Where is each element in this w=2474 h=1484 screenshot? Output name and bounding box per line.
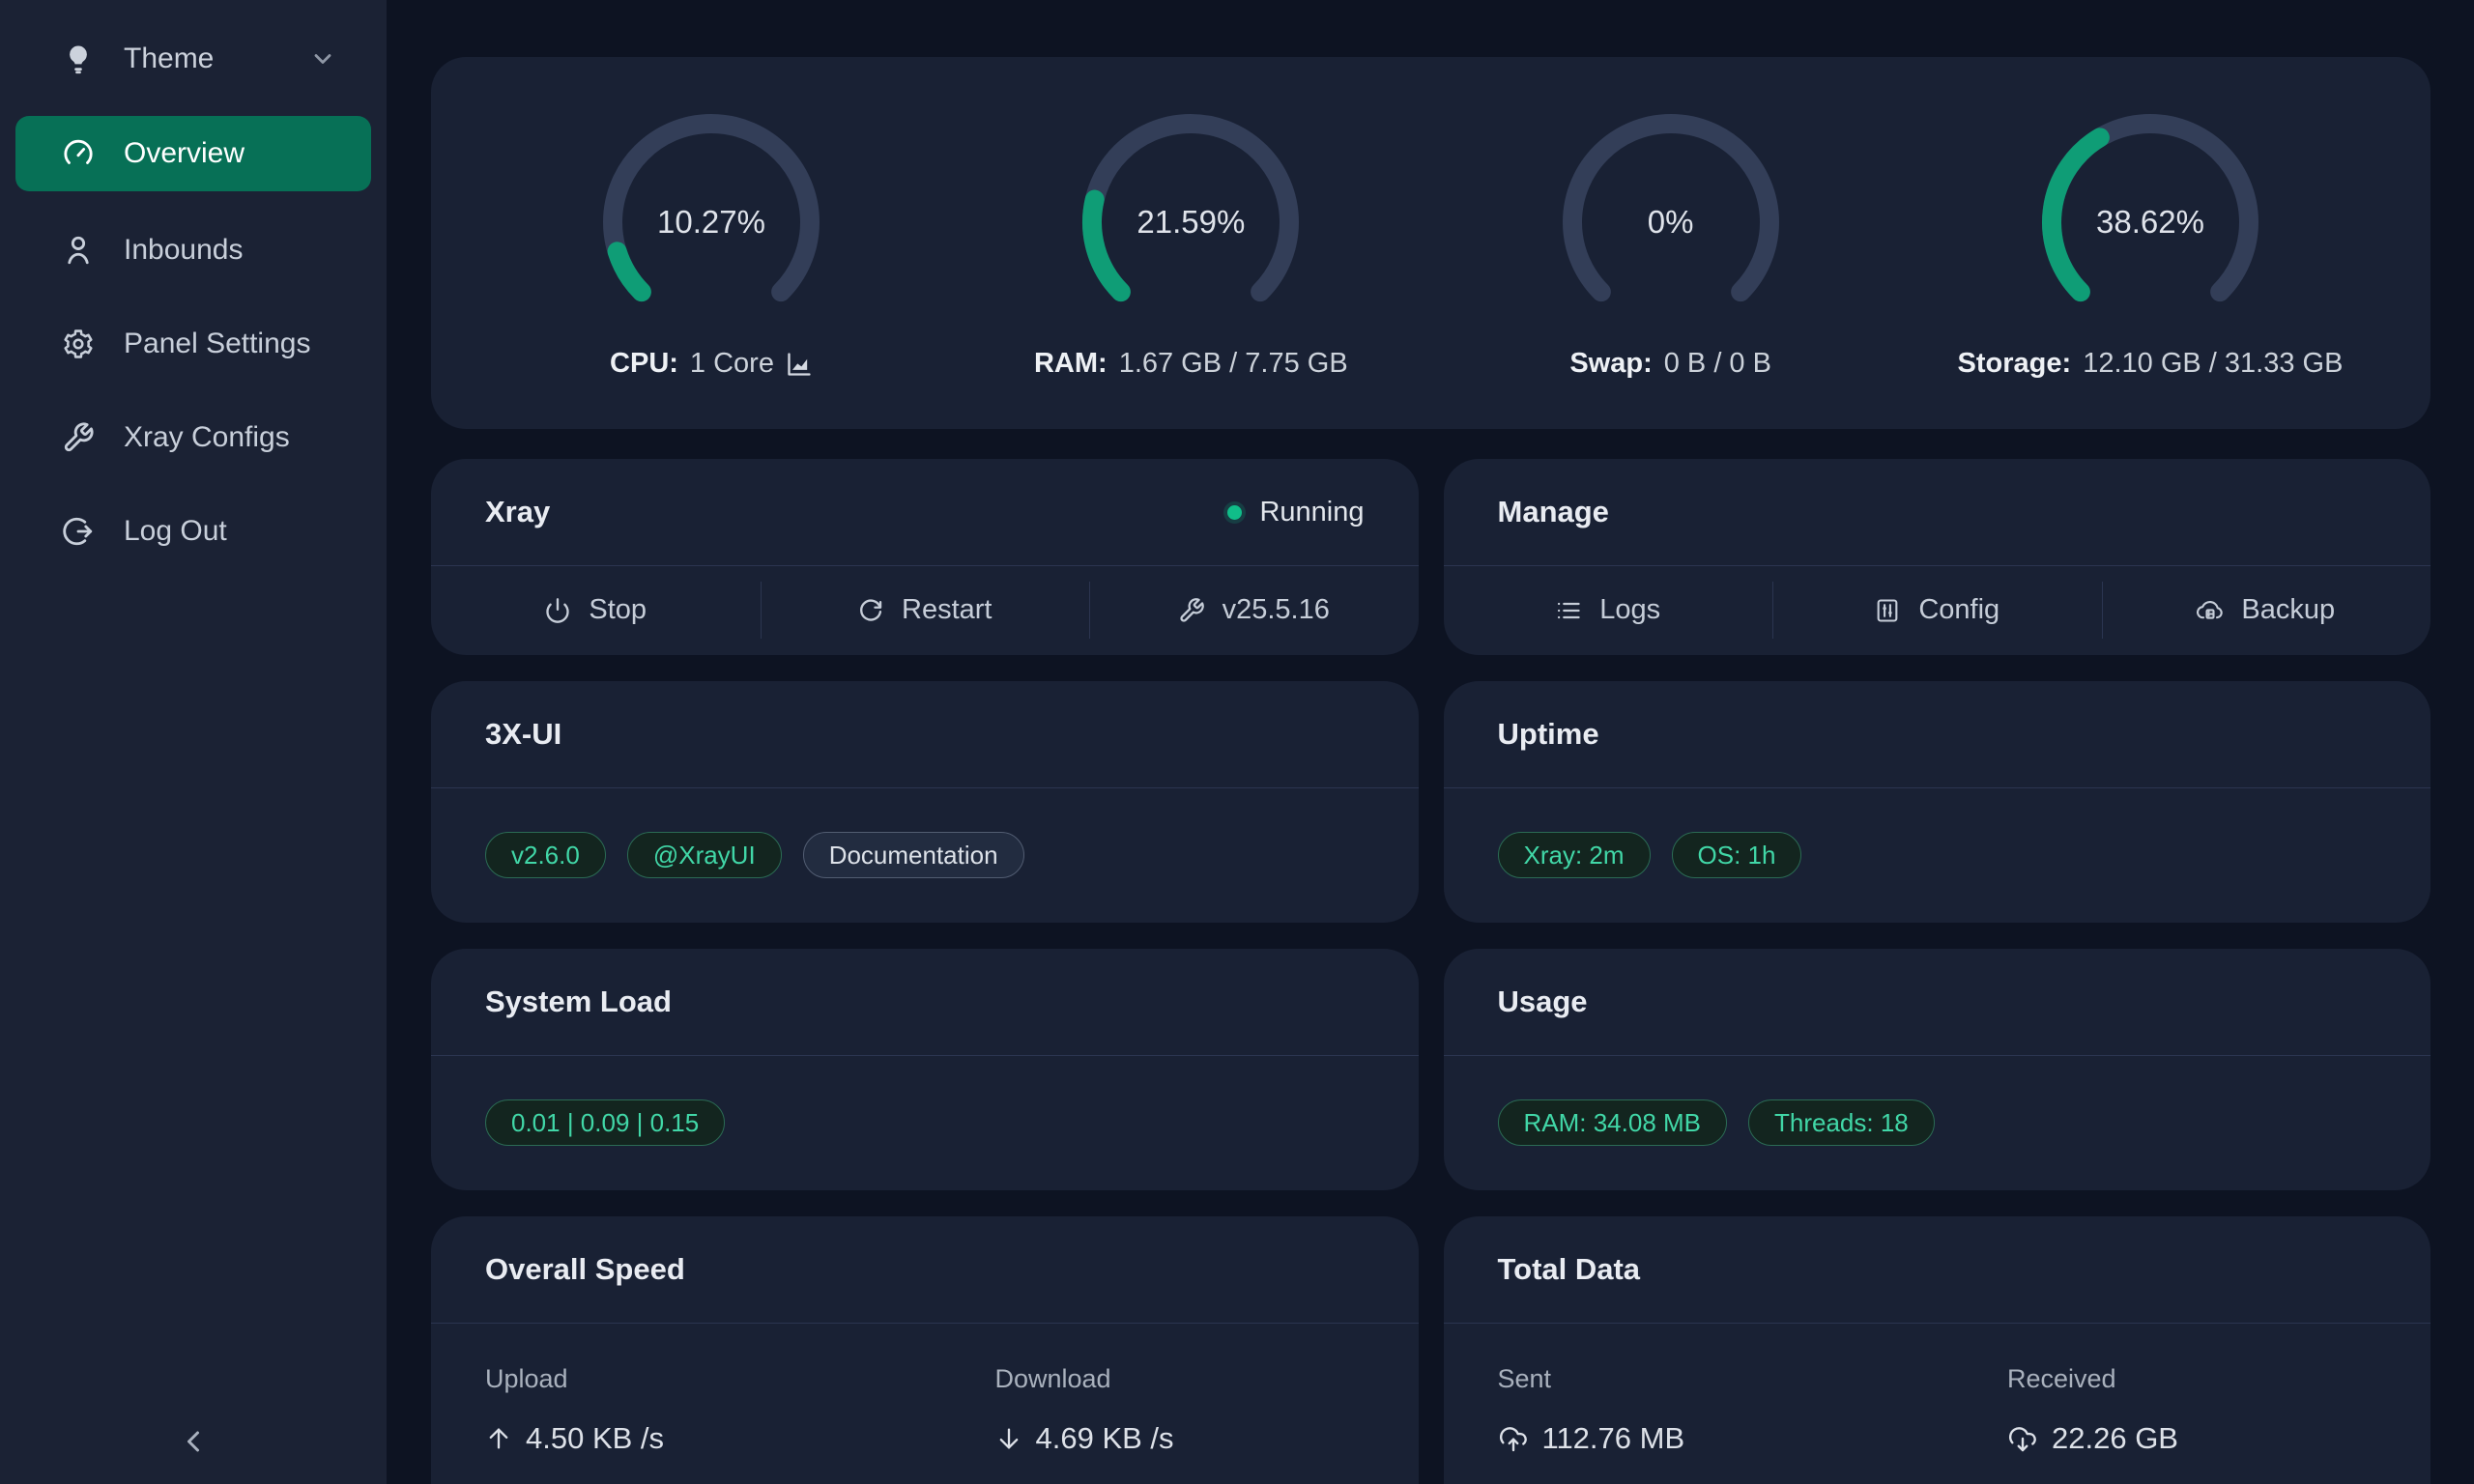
usage-card-title: Usage [1498, 985, 1588, 1019]
sliders-icon [1874, 597, 1901, 624]
area-chart-icon[interactable] [786, 351, 813, 378]
xui-card-title: 3X-UI [485, 717, 561, 752]
gear-icon [62, 328, 95, 360]
sidebar-item-label: Xray Configs [124, 421, 290, 454]
arrow-down-icon [995, 1425, 1022, 1452]
xray-card-title: Xray [485, 495, 550, 529]
speedometer-icon [62, 137, 95, 170]
documentation-link-badge[interactable]: Documentation [803, 832, 1024, 878]
system-load-card-title: System Load [485, 985, 672, 1019]
cloud-server-icon [2197, 597, 2224, 624]
chevron-left-icon [176, 1424, 211, 1459]
total-data-card: Total Data Sent 112.76 MB Received 22.26… [1444, 1216, 2431, 1484]
xray-version-button[interactable]: v25.5.16 [1089, 566, 1419, 654]
sidebar-item-label: Panel Settings [124, 328, 310, 360]
backup-button[interactable]: Backup [2102, 566, 2431, 654]
ram-percent: 21.59% [1075, 106, 1307, 338]
total-data-card-title: Total Data [1498, 1252, 1641, 1287]
download-stat: Download 4.69 KB /s [995, 1364, 1174, 1456]
sidebar-item-inbounds[interactable]: Inbounds [0, 203, 387, 297]
manage-card: Manage Logs Config Backup [1444, 459, 2431, 655]
arrow-up-icon [485, 1425, 512, 1452]
bulb-icon [62, 43, 95, 75]
sidebar-item-xray-configs[interactable]: Xray Configs [0, 390, 387, 484]
sidebar-item-label: Overview [124, 137, 245, 170]
cpu-gauge: 10.27% CPU: 1 Core [595, 106, 827, 380]
sidebar-item-label: Inbounds [124, 234, 243, 267]
sidebar-item-label: Theme [124, 43, 214, 75]
sidebar-item-label: Log Out [124, 515, 227, 548]
cpu-percent: 10.27% [595, 106, 827, 338]
swap-gauge: 0% Swap: 0 B / 0 B [1555, 106, 1787, 380]
storage-gauge: 38.62% Storage: 12.10 GB / 31.33 GB [2034, 106, 2266, 380]
sent-stat: Sent 112.76 MB [1498, 1364, 2008, 1456]
restart-button[interactable]: Restart [761, 566, 1090, 654]
overall-speed-card-title: Overall Speed [485, 1252, 685, 1287]
xui-card: 3X-UI v2.6.0 @XrayUI Documentation [431, 681, 1419, 923]
uptime-card: Uptime Xray: 2m OS: 1h [1444, 681, 2431, 923]
threads-badge: Threads: 18 [1748, 1099, 1935, 1146]
system-gauges-card: 10.27% CPU: 1 Core 21.59% RAM: 1.67 GB [431, 57, 2431, 429]
system-load-card: System Load 0.01 | 0.09 | 0.15 [431, 949, 1419, 1190]
power-icon [544, 597, 571, 624]
upload-stat: Upload 4.50 KB /s [485, 1364, 995, 1456]
refresh-icon [857, 597, 884, 624]
wrench-icon [1178, 597, 1205, 624]
status-dot-icon [1227, 505, 1242, 520]
sidebar-item-logout[interactable]: Log Out [0, 484, 387, 578]
xray-status-badge: Running [1227, 497, 1364, 528]
ram-caption: RAM: 1.67 GB / 7.75 GB [1034, 348, 1348, 380]
chevron-down-icon [309, 45, 336, 72]
manage-card-title: Manage [1498, 495, 1609, 529]
main-content: 10.27% CPU: 1 Core 21.59% RAM: 1.67 GB [387, 0, 2474, 1484]
sidebar-item-theme[interactable]: Theme [0, 21, 387, 97]
sidebar-collapse-button[interactable] [0, 1424, 387, 1459]
logs-button[interactable]: Logs [1444, 566, 1773, 654]
received-stat: Received 22.26 GB [2007, 1364, 2178, 1456]
usage-card: Usage RAM: 34.08 MB Threads: 18 [1444, 949, 2431, 1190]
sidebar-item-panel-settings[interactable]: Panel Settings [0, 297, 387, 390]
cloud-upload-icon [1498, 1423, 1529, 1454]
overall-speed-card: Overall Speed Upload 4.50 KB /s Download… [431, 1216, 1419, 1484]
os-uptime-badge: OS: 1h [1672, 832, 1802, 878]
user-icon [62, 234, 95, 267]
sidebar-item-overview[interactable]: Overview [15, 116, 371, 191]
logout-icon [62, 515, 95, 548]
storage-caption: Storage: 12.10 GB / 31.33 GB [1958, 348, 2344, 380]
xrayui-link-badge[interactable]: @XrayUI [627, 832, 782, 878]
wrench-icon [62, 421, 95, 454]
ram-gauge: 21.59% RAM: 1.67 GB / 7.75 GB [1075, 106, 1307, 380]
load-average-badge: 0.01 | 0.09 | 0.15 [485, 1099, 725, 1146]
sidebar: Theme Overview Inbounds Panel Settings X… [0, 0, 387, 1484]
cloud-download-icon [2007, 1423, 2038, 1454]
panel-version-badge[interactable]: v2.6.0 [485, 832, 606, 878]
swap-caption: Swap: 0 B / 0 B [1569, 348, 1771, 380]
stop-button[interactable]: Stop [431, 566, 761, 654]
xray-uptime-badge: Xray: 2m [1498, 832, 1651, 878]
cpu-caption: CPU: 1 Core [610, 348, 813, 380]
uptime-card-title: Uptime [1498, 717, 1599, 752]
swap-percent: 0% [1555, 106, 1787, 338]
xray-card: Xray Running Stop Restart v25.5.16 [431, 459, 1419, 655]
storage-percent: 38.62% [2034, 106, 2266, 338]
ram-usage-badge: RAM: 34.08 MB [1498, 1099, 1728, 1146]
config-button[interactable]: Config [1772, 566, 2102, 654]
list-icon [1555, 597, 1582, 624]
